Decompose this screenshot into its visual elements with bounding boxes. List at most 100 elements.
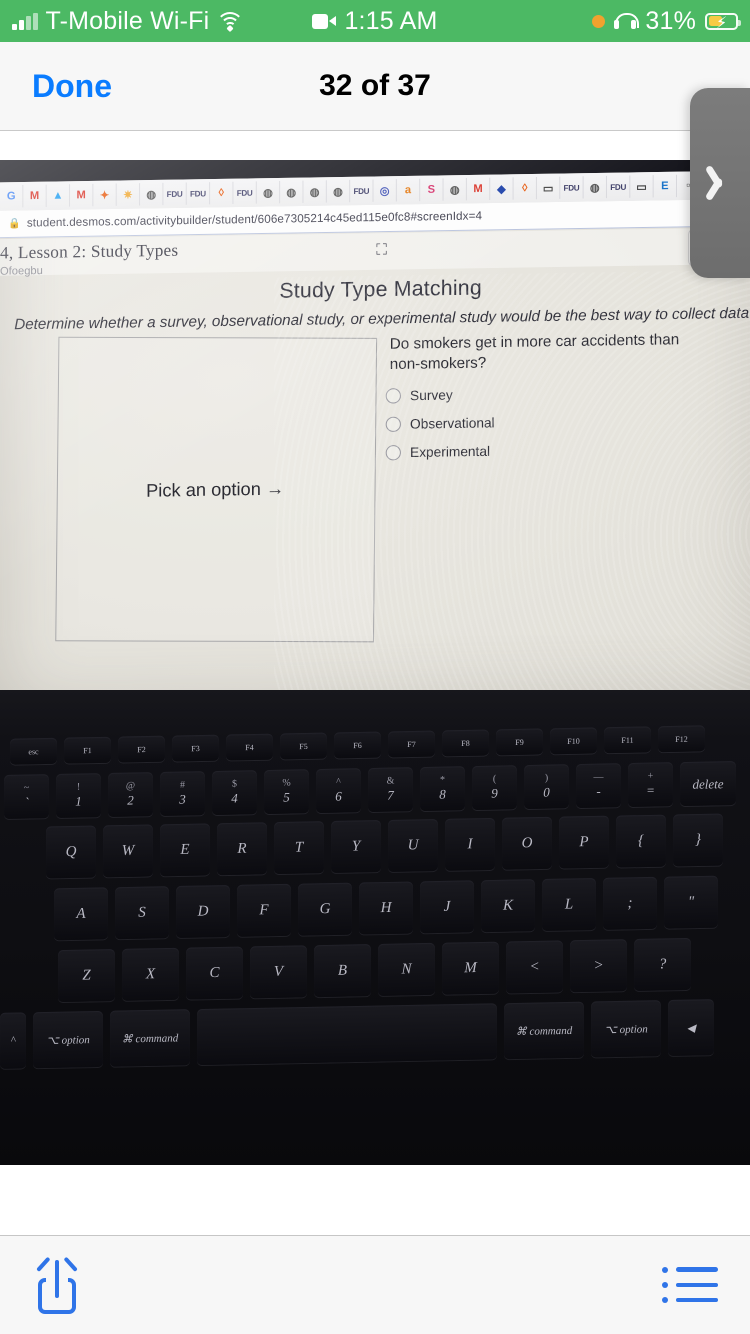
keyboard-function-row: esc F1 F2 F3 F4 F5 F6 F7 F8 F9 F10 F11 F12 [10, 725, 705, 765]
battery-charging-icon: ⚡ [705, 12, 741, 32]
keyboard-key: (9 [472, 765, 517, 811]
bookmark-item[interactable]: ▭ [536, 176, 561, 200]
keyboard-number-row: ~ `! 1 @2 #3 $4% 5 ^ 6 & 7 * 8(9) 0— - + = delete [4, 760, 736, 820]
bookmark-item[interactable]: FDU [560, 176, 584, 199]
wifi-icon [216, 11, 245, 32]
keyboard-key: F2 [118, 735, 165, 763]
keyboard-key: L [542, 877, 596, 932]
bookmark-item[interactable]: ◍ [583, 175, 607, 199]
lesson-title: 4, Lesson 2: Study Types [0, 240, 179, 263]
url-text: student.desmos.com/activitybuilder/stude… [26, 210, 483, 230]
keyboard-modifier-row: ^ ⌥ option ⌘ command ⌘ command ⌥ option ◀ [0, 999, 714, 1069]
keyboard-key: ◀ [668, 999, 714, 1057]
radio-button[interactable] [385, 444, 401, 460]
keyboard-key: D [176, 884, 230, 939]
option-label: Survey [410, 386, 453, 403]
keyboard-key: F5 [280, 732, 327, 760]
keyboard-key: F4 [226, 733, 273, 761]
keyboard-key: } [673, 813, 723, 867]
keyboard-key: ^ 6 [316, 768, 361, 814]
keyboard-key: B [314, 944, 371, 998]
keyboard-key: W [103, 824, 153, 878]
bookmark-item[interactable]: ▭ [630, 175, 654, 198]
keyboard-key: < [506, 940, 563, 994]
keyboard-key: F7 [388, 730, 435, 758]
bookmark-item[interactable]: ◍ [326, 179, 351, 203]
keyboard-key: N [378, 942, 435, 996]
keyboard-key: S [115, 886, 169, 940]
bookmark-item[interactable]: ▲ [46, 184, 71, 207]
bookmark-item[interactable]: FDU [186, 182, 211, 205]
bookmark-item[interactable]: ◍ [303, 180, 327, 203]
back-gesture-overlay[interactable] [690, 88, 750, 278]
option-list: Survey Observational Experimental [385, 376, 711, 467]
clock-label: 1:15 AM [344, 6, 438, 35]
keyboard-key [197, 1003, 497, 1066]
status-bar-left: T-Mobile Wi-Fi [0, 8, 245, 34]
keyboard-key: U [388, 818, 438, 872]
bookmark-item[interactable]: FDU [606, 175, 631, 199]
status-bar-right: 31% ⚡ [592, 8, 741, 34]
bookmark-item[interactable]: ◆ [490, 177, 514, 201]
laptop-keyboard-deck: esc F1 F2 F3 F4 F5 F6 F7 F8 F9 F10 F11 F12 ~ `! 1 @2 #3 $… [0, 690, 750, 1165]
keyboard-key: ? [634, 937, 691, 992]
bookmark-item[interactable]: ◎ [373, 179, 397, 202]
bookmark-item[interactable]: G [0, 185, 24, 208]
laptop-photo[interactable]: G M ▲ M ✦ ✷ ◍ FDU FDU ◊ FDU ◍ ◍ ◍ ◍ FDU ◎ a S ◍ M ◆ ◊ ▭ FDU ◍ FDU ▭… [0, 160, 750, 1165]
radio-button[interactable] [385, 416, 401, 432]
bookmark-item[interactable]: ◊ [210, 181, 234, 205]
keyboard-key: + = [628, 762, 673, 808]
bookmark-item[interactable]: E [653, 174, 678, 198]
keyboard-key: F3 [172, 734, 219, 762]
bookmark-item[interactable]: M [70, 183, 94, 207]
keyboard-key: T [274, 821, 324, 875]
bookmark-item[interactable]: FDU [163, 182, 187, 206]
keyboard-key: P [559, 815, 609, 869]
video-record-icon [312, 13, 337, 29]
keyboard-key: Y [331, 820, 381, 874]
keyboard-key: #3 [160, 771, 205, 817]
keyboard-key: E [160, 823, 210, 877]
bookmark-item[interactable]: ◍ [256, 180, 281, 204]
page-counter-title: 32 of 37 [319, 69, 431, 102]
reading-list-icon[interactable] [662, 1262, 718, 1308]
activity-prompt: Determine whether a survey, observationa… [14, 302, 750, 334]
keyboard-key: F8 [442, 729, 489, 757]
bookmark-item[interactable]: a [396, 178, 421, 202]
keyboard-home-letter-row: A S D F G H J K L; " [54, 875, 718, 941]
keyboard-key: M [442, 941, 499, 995]
bookmark-item[interactable]: ✦ [93, 183, 117, 207]
bookmark-item[interactable]: ◍ [443, 178, 467, 201]
activity-title: Study Type Matching [279, 276, 482, 303]
keyboard-key: % 5 [264, 769, 309, 815]
keyboard-key: Q [46, 825, 96, 879]
bookmark-item[interactable]: M [466, 177, 491, 201]
keyboard-key: O [502, 816, 552, 870]
keyboard-key: esc [10, 737, 57, 765]
bottom-toolbar [0, 1235, 750, 1334]
keyboard-key: ! 1 [56, 773, 101, 819]
bookmark-item[interactable]: FDU [233, 181, 257, 205]
keyboard-key: A [54, 887, 108, 941]
student-name-label: Ofoegbu [0, 264, 43, 278]
keyboard-key: R [217, 822, 267, 876]
bookmark-item[interactable]: S [420, 178, 444, 202]
expand-fullscreen-icon[interactable]: ⛶ [371, 239, 391, 260]
radio-button[interactable] [385, 387, 401, 404]
bookmark-item[interactable]: ◊ [513, 176, 537, 200]
bookmark-item[interactable]: ◍ [140, 182, 164, 206]
bookmark-item[interactable]: M [23, 184, 47, 208]
keyboard-key: I [445, 817, 495, 871]
keyboard-key: J [420, 880, 474, 934]
bookmark-item[interactable]: FDU [350, 179, 374, 203]
bookmark-item[interactable]: ◍ [280, 180, 304, 204]
keyboard-key: V [250, 945, 307, 999]
keyboard-bottom-letter-row: Z X C V B N M < >? [58, 937, 691, 1003]
keyboard-key: & 7 [368, 767, 413, 813]
keyboard-key: ⌥ option [591, 1000, 661, 1058]
keyboard-key: @2 [108, 772, 153, 818]
option-row[interactable]: Experimental [385, 433, 711, 467]
photo-bottom-spacer [0, 1165, 750, 1235]
share-icon[interactable] [32, 1254, 84, 1316]
bookmark-item[interactable]: ✷ [116, 183, 141, 206]
